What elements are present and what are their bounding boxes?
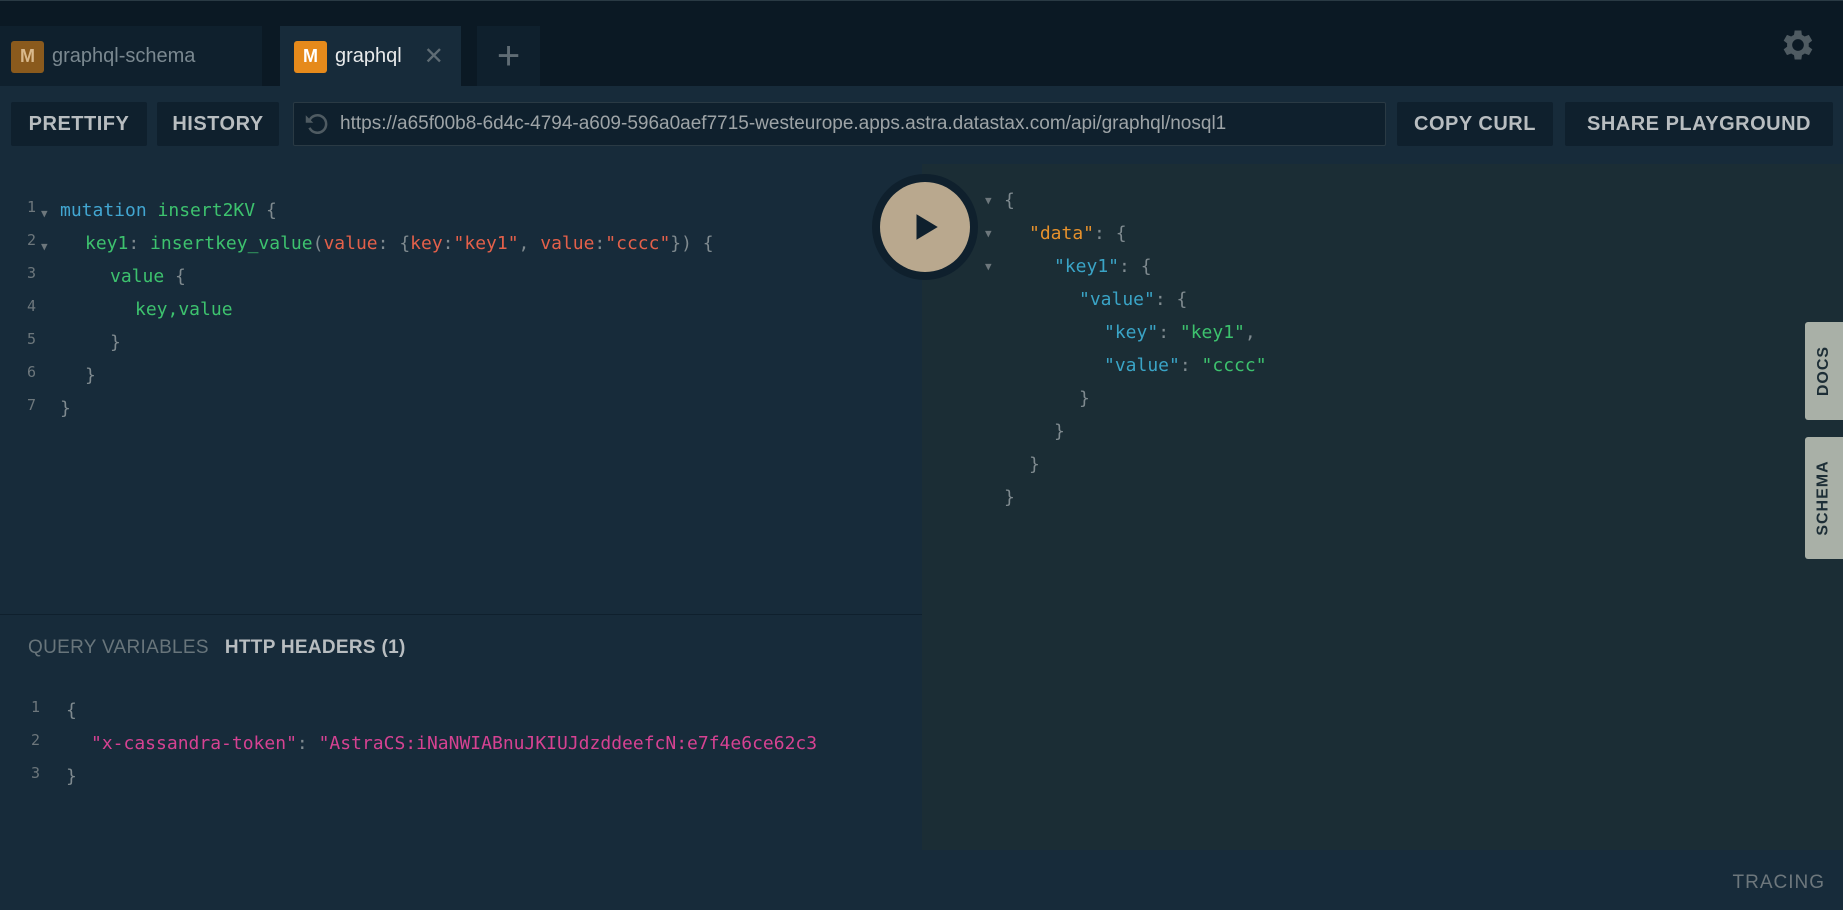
- argument: value: [323, 233, 378, 254]
- code-line: "x-cassandra-token": "AstraCS:iNaNWIABnu…: [91, 733, 818, 754]
- code-line: "value": {: [1079, 289, 1188, 310]
- line-number: 1: [26, 198, 36, 216]
- fold-arrow-icon[interactable]: ▼: [41, 207, 48, 220]
- line-number: 2: [30, 731, 40, 749]
- code-line: {: [66, 700, 77, 721]
- code-line: }: [1079, 388, 1090, 409]
- fold-arrow-icon[interactable]: ▼: [985, 194, 992, 207]
- line-number: 1: [30, 698, 40, 716]
- plus-icon: +: [496, 34, 521, 78]
- argument: key: [410, 233, 443, 254]
- code-line: }: [60, 398, 71, 419]
- result-pane: ▼ ▼ ▼ { "data": { "key1": { "value": { "…: [922, 164, 1843, 850]
- tracing-button[interactable]: TRACING: [1733, 872, 1826, 894]
- tab-label: graphql-schema: [52, 45, 196, 67]
- code-line: }: [1004, 487, 1015, 508]
- code-line: value {: [110, 266, 186, 287]
- string-value: "cccc": [605, 233, 671, 254]
- toolbar: PRETTIFY HISTORY https://a65f00b8-6d4c-4…: [0, 86, 1843, 164]
- endpoint-url-input[interactable]: https://a65f00b8-6d4c-4794-a609-596a0aef…: [293, 102, 1386, 146]
- tab-graphql-schema[interactable]: M graphql-schema: [0, 26, 262, 87]
- code-line: "value": "cccc": [1104, 355, 1267, 376]
- json-value: "key1": [1179, 322, 1245, 343]
- schema-label: SCHEMA: [1815, 460, 1832, 536]
- docs-label: DOCS: [1815, 345, 1833, 397]
- alias: key1: [85, 233, 129, 254]
- json-key: "value": [1104, 355, 1180, 376]
- line-number: 2: [26, 231, 36, 249]
- play-icon: [916, 214, 938, 240]
- code-line: "key1": {: [1054, 256, 1152, 277]
- header-key: "x-cassandra-token": [91, 733, 297, 754]
- line-number: 5: [26, 330, 36, 348]
- tab-bar: M graphql-schema M graphql ✕ +: [0, 0, 1843, 87]
- docs-tab[interactable]: DOCS: [1805, 322, 1843, 420]
- field-name: key,value: [135, 299, 233, 320]
- close-icon[interactable]: ✕: [424, 42, 444, 71]
- json-value: "cccc": [1201, 355, 1267, 376]
- copy-curl-button[interactable]: COPY CURL: [1397, 102, 1553, 146]
- json-key: "key": [1104, 322, 1159, 343]
- fold-arrow-icon[interactable]: ▼: [985, 227, 992, 240]
- fold-arrow-icon[interactable]: ▼: [985, 260, 992, 273]
- code-line: key,value: [135, 293, 233, 326]
- code-line: mutation insert2KV {: [60, 200, 277, 221]
- code-line: }: [85, 365, 96, 386]
- tab-badge: M: [11, 40, 44, 73]
- line-number: 3: [26, 264, 36, 282]
- json-key: "data": [1029, 223, 1095, 244]
- code-line: {: [1004, 190, 1015, 211]
- code-line: "data": {: [1029, 223, 1127, 244]
- reload-icon[interactable]: [302, 109, 332, 139]
- query-editor[interactable]: 1 2 3 4 5 6 7 ▼ ▼ mutation insert2KV { k…: [0, 164, 922, 614]
- code-line: }: [1054, 421, 1065, 442]
- bottom-bar: TRACING: [0, 850, 1843, 910]
- code-line: }: [1029, 454, 1040, 475]
- code-line: "key": "key1",: [1104, 322, 1256, 343]
- prettify-button[interactable]: PRETTIFY: [11, 102, 147, 146]
- tab-label: graphql: [335, 45, 402, 67]
- gear-icon[interactable]: [1778, 25, 1818, 65]
- share-playground-button[interactable]: SHARE PLAYGROUND: [1565, 102, 1833, 146]
- argument: value: [540, 233, 595, 254]
- endpoint-url: https://a65f00b8-6d4c-4794-a609-596a0aef…: [340, 113, 1227, 134]
- tab-http-headers[interactable]: HTTP HEADERS (1): [225, 637, 406, 659]
- string-value: "key1": [453, 233, 519, 254]
- tab-badge: M: [294, 40, 327, 73]
- history-button[interactable]: HISTORY: [157, 102, 279, 146]
- run-button[interactable]: [880, 182, 970, 272]
- field-name: insertkey_value: [150, 233, 313, 254]
- json-key: "key1": [1054, 256, 1120, 277]
- tab-query-variables[interactable]: QUERY VARIABLES: [28, 637, 209, 659]
- tab-graphql[interactable]: M graphql ✕: [280, 26, 461, 87]
- line-number: 4: [26, 297, 36, 315]
- line-number: 6: [26, 363, 36, 381]
- json-key: "value": [1079, 289, 1155, 310]
- operation-name: insert2KV: [157, 200, 256, 221]
- keyword: mutation: [60, 200, 147, 221]
- code-line: }: [110, 332, 121, 353]
- schema-tab[interactable]: SCHEMA: [1805, 437, 1843, 559]
- variables-pane: QUERY VARIABLES HTTP HEADERS (1) 1 2 3 {…: [0, 614, 922, 850]
- field-name: value: [110, 266, 165, 287]
- code-line: key1: insertkey_value(value: {key:"key1"…: [85, 233, 714, 254]
- line-number: 7: [26, 396, 36, 414]
- line-number: 3: [30, 764, 40, 782]
- header-value: "AstraCS:iNaNWIABnuJKIUJdzddeefcN:e7f4e6…: [318, 733, 818, 754]
- fold-arrow-icon[interactable]: ▼: [41, 240, 48, 253]
- code-line: }: [66, 766, 77, 787]
- add-tab-button[interactable]: +: [477, 26, 540, 87]
